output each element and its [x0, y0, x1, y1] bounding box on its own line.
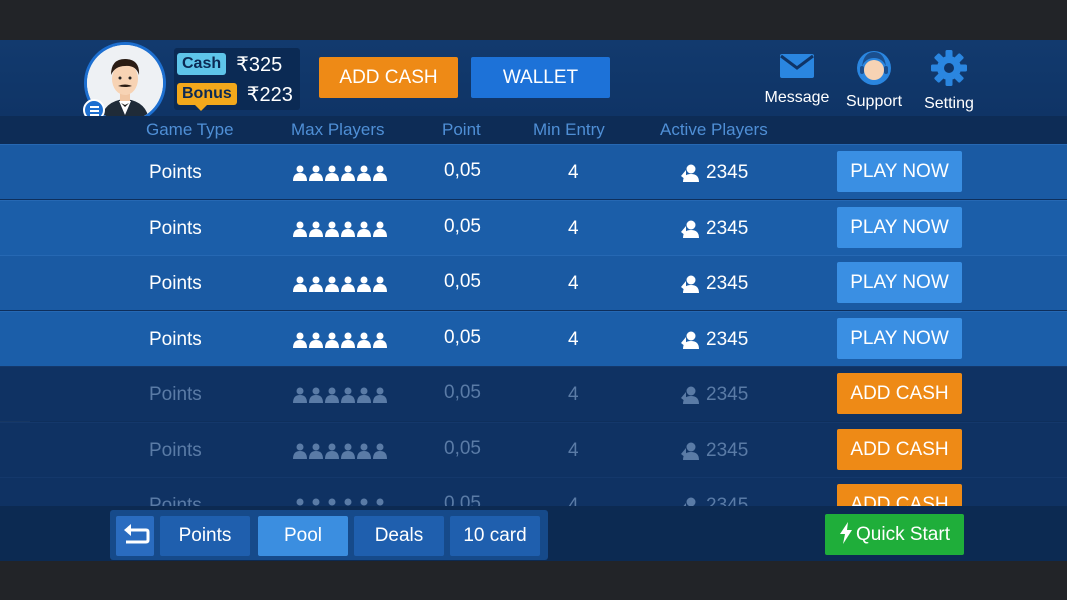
active-players-count: 2345: [706, 328, 749, 350]
col-active-players: Active Players: [660, 120, 768, 139]
bonus-balance: Bonus ₹223: [177, 81, 293, 111]
game-table: Points 0,05 4 2345 PLAY NOW Points 0,05 4 2345 PL…: [0, 144, 1067, 509]
game-type-cell: Points: [149, 217, 202, 239]
table-row: Points 0,05 4 2345 ADD CASH: [0, 477, 1067, 509]
players-icon: [681, 331, 699, 349]
table-row: Points 0,05 4 2345 ADD CASH: [0, 366, 1067, 421]
message-button[interactable]: Message: [757, 50, 837, 107]
game-type-cell: Points: [149, 162, 202, 183]
cash-label: Cash: [177, 53, 227, 75]
min-entry-cell: 4: [568, 162, 579, 183]
quick-start-button[interactable]: Quick Start: [825, 514, 964, 555]
tab-pool[interactable]: Pool: [258, 516, 348, 556]
message-label: Message: [764, 89, 830, 106]
point-cell: 0,05: [444, 437, 481, 459]
table-row: Points 0,05 4 2345 PLAY NOW: [0, 199, 1067, 255]
support-button[interactable]: Support: [834, 48, 914, 111]
min-entry-cell: 4: [568, 328, 579, 350]
back-arrow-icon: [124, 524, 150, 544]
envelope-icon: [780, 54, 814, 78]
bonus-label: Bonus: [177, 83, 237, 111]
active-players-cell: 2345: [680, 218, 748, 240]
screen-frame: Cash ₹325 Bonus ₹223 ADD CASH WALLET Mes…: [0, 0, 1067, 600]
setting-button[interactable]: Setting: [909, 50, 989, 113]
table-header: Game Type Max Players Point Min Entry Ac…: [0, 116, 1067, 144]
table-row: Points 0,05 4 2345 PLAY NOW: [0, 310, 1067, 366]
max-players-icon: [293, 332, 387, 348]
tab-points[interactable]: Points: [160, 516, 250, 556]
game-mode-tabs: Points Pool Deals 10 card: [110, 510, 548, 560]
add-cash-row-button[interactable]: ADD CASH: [837, 373, 962, 414]
point-cell: 0,05: [444, 382, 481, 403]
active-players-cell: 2345: [680, 440, 748, 462]
active-players-cell: 2345: [680, 384, 748, 406]
point-cell: 0,05: [444, 271, 481, 292]
max-players-icon: [293, 443, 387, 459]
col-min-entry: Min Entry: [533, 120, 605, 139]
active-players-count: 2345: [706, 384, 749, 405]
players-icon: [681, 164, 699, 182]
point-cell: 0,05: [444, 215, 481, 237]
game-type-cell: Points: [149, 384, 202, 405]
play-now-button[interactable]: PLAY NOW: [837, 262, 962, 303]
active-players-count: 2345: [706, 439, 749, 461]
bonus-value: ₹223: [246, 83, 293, 106]
play-now-button[interactable]: PLAY NOW: [837, 317, 962, 359]
players-icon: [681, 220, 699, 238]
support-label: Support: [845, 93, 903, 110]
table-row: Points 0,05 4 2345 PLAY NOW: [0, 144, 1067, 199]
point-cell: 0,05: [444, 326, 481, 348]
min-entry-cell: 4: [568, 217, 579, 239]
bottom-bar: Points Pool Deals 10 card Quick Start: [0, 506, 1067, 561]
players-icon: [681, 275, 699, 293]
active-players-count: 2345: [706, 273, 749, 294]
quick-start-label: Quick Start: [856, 524, 950, 545]
gear-icon: [931, 50, 967, 86]
game-type-cell: Points: [149, 439, 202, 461]
table-row: Points 0,05 4 2345 ADD CASH: [0, 421, 1067, 477]
active-players-cell: 2345: [680, 273, 748, 295]
players-icon: [681, 386, 699, 404]
min-entry-cell: 4: [568, 384, 579, 405]
tab-deals[interactable]: Deals: [354, 516, 444, 556]
add-cash-button[interactable]: ADD CASH: [319, 57, 458, 98]
point-cell: 0,05: [444, 160, 481, 181]
max-players-icon: [293, 165, 387, 181]
active-players-count: 2345: [706, 217, 749, 239]
active-players-cell: 2345: [680, 329, 748, 351]
active-players-count: 2345: [706, 162, 749, 183]
min-entry-cell: 4: [568, 273, 579, 294]
table-row: Points 0,05 4 2345 PLAY NOW: [0, 255, 1067, 310]
cash-value: ₹325: [236, 53, 283, 76]
play-now-button[interactable]: PLAY NOW: [837, 206, 962, 248]
top-header: Cash ₹325 Bonus ₹223 ADD CASH WALLET Mes…: [0, 40, 1067, 124]
active-players-cell: 2345: [680, 162, 748, 184]
min-entry-cell: 4: [568, 439, 579, 461]
balance-panel: Cash ₹325 Bonus ₹223: [174, 48, 300, 111]
cash-balance: Cash ₹325: [177, 51, 282, 77]
max-players-icon: [293, 221, 387, 237]
max-players-icon: [293, 276, 387, 292]
add-cash-row-button[interactable]: ADD CASH: [837, 428, 962, 470]
lobby-screen: Cash ₹325 Bonus ₹223 ADD CASH WALLET Mes…: [0, 40, 1067, 561]
col-max-players: Max Players: [291, 120, 385, 139]
setting-label: Setting: [924, 95, 974, 112]
players-icon: [681, 442, 699, 460]
play-now-button[interactable]: PLAY NOW: [837, 151, 962, 192]
max-players-icon: [293, 387, 387, 403]
back-button[interactable]: [116, 516, 154, 556]
col-game-type: Game Type: [146, 120, 234, 139]
headset-icon: [857, 51, 891, 85]
wallet-button[interactable]: WALLET: [471, 57, 610, 98]
lightning-icon: [840, 522, 852, 544]
game-type-cell: Points: [149, 273, 202, 294]
col-point: Point: [442, 120, 481, 139]
tab-10-card[interactable]: 10 card: [450, 516, 540, 556]
game-type-cell: Points: [149, 328, 202, 350]
